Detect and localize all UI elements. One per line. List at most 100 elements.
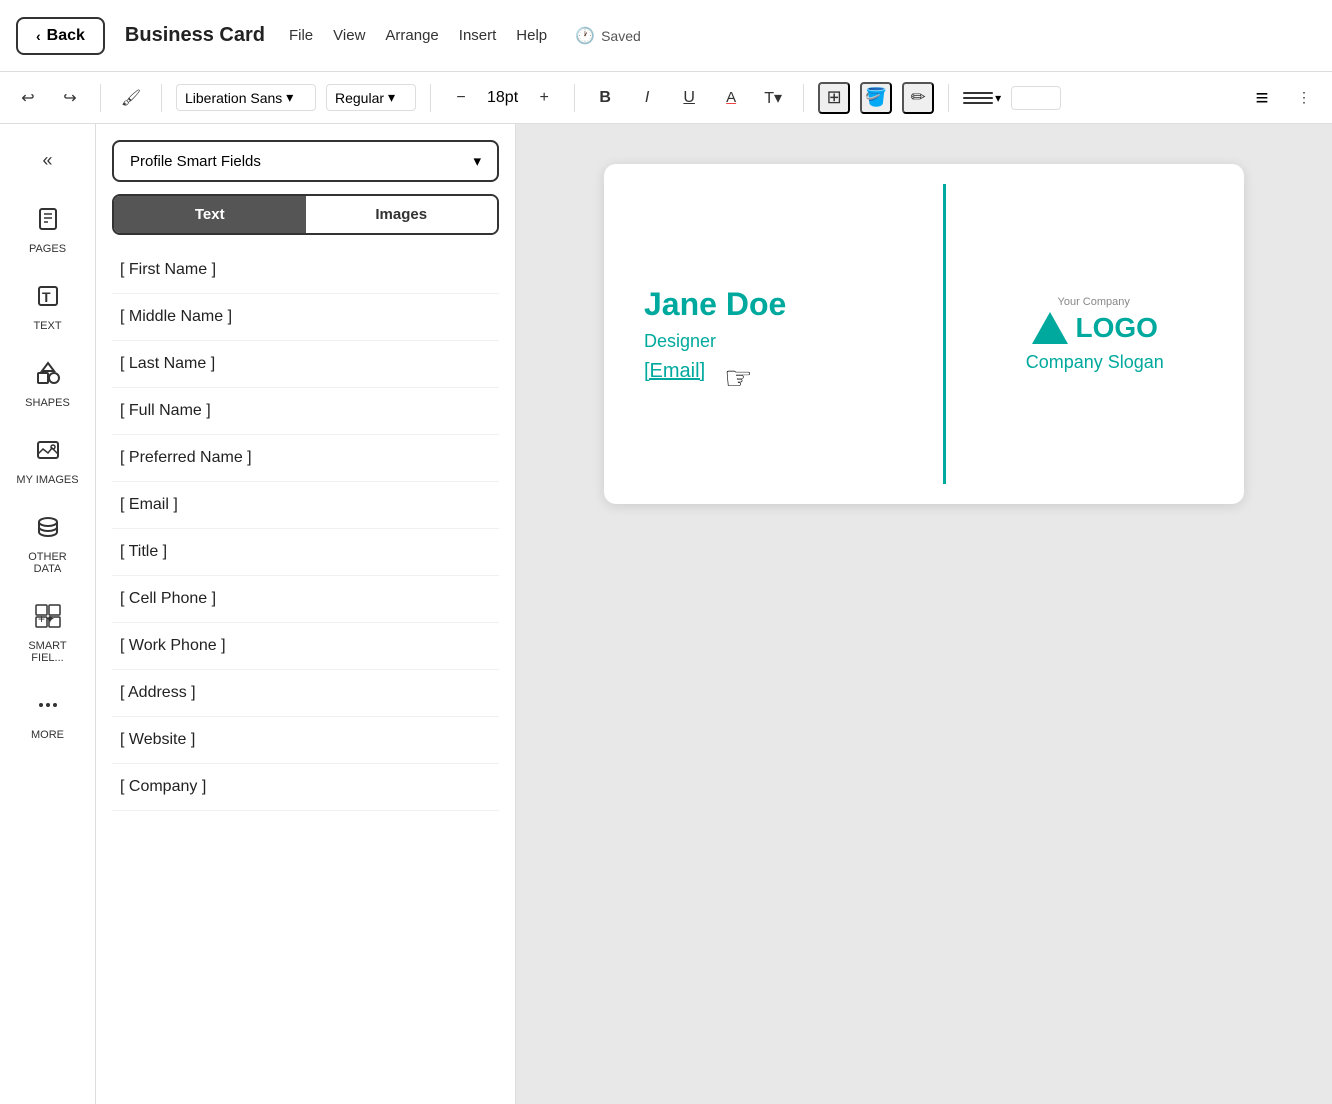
text-style-icon: T▾	[764, 88, 782, 108]
other-data-icon	[35, 514, 61, 547]
table-button[interactable]: ⊞	[818, 82, 850, 114]
back-button[interactable]: ‹ Back	[16, 17, 105, 55]
text-label: TEXT	[33, 320, 61, 332]
sidebar-item-shapes[interactable]: SHAPES	[8, 350, 88, 419]
logo-wrapper: LOGO	[1032, 312, 1158, 344]
text-color-icon: A	[726, 89, 736, 106]
redo-button[interactable]: ↪	[54, 82, 86, 114]
font-style-dropdown-icon: ▾	[388, 89, 395, 106]
company-label: Your Company	[1058, 296, 1130, 308]
field-email[interactable]: [ Email ]	[112, 482, 499, 529]
logo-area: Your Company LOGO	[1032, 296, 1158, 344]
line-spacing-control[interactable]: ▾	[963, 91, 1001, 105]
menu-file[interactable]: File	[289, 27, 313, 44]
more-icon	[35, 692, 61, 725]
menu-insert[interactable]: Insert	[459, 27, 497, 44]
bold-button[interactable]: B	[589, 82, 621, 114]
more-options-button[interactable]: ≡	[1246, 82, 1278, 114]
field-address[interactable]: [ Address ]	[112, 670, 499, 717]
collapse-icon: «	[42, 150, 52, 171]
field-full-name[interactable]: [ Full Name ]	[112, 388, 499, 435]
toolbar-separator-2	[161, 84, 162, 112]
field-company[interactable]: [ Company ]	[112, 764, 499, 811]
menu-bar: File View Arrange Insert Help	[289, 27, 547, 44]
text-style-button[interactable]: T▾	[757, 82, 789, 114]
field-cell-phone[interactable]: [ Cell Phone ]	[112, 576, 499, 623]
clock-icon: 🕐	[575, 26, 595, 46]
shapes-label: SHAPES	[25, 397, 70, 409]
overflow-button[interactable]: ⋮	[1288, 82, 1320, 114]
panel-tabs: Text Images	[112, 194, 499, 235]
font-size-increase-button[interactable]: +	[528, 82, 560, 114]
tab-text[interactable]: Text	[114, 196, 306, 233]
doc-title: Business Card	[125, 24, 265, 47]
font-style-select[interactable]: Regular ▾	[326, 84, 416, 111]
smart-fields-panel: Profile Smart Fields ▾ Text Images [ Fir…	[96, 124, 516, 1104]
field-first-name[interactable]: [ First Name ]	[112, 247, 499, 294]
smart-fields-icon: +✦	[35, 603, 61, 636]
back-label: Back	[47, 27, 85, 45]
canvas-area[interactable]: Jane Doe Designer [Email] Your Company L…	[516, 124, 1332, 1104]
menu-help[interactable]: Help	[516, 27, 547, 44]
other-data-label: OTHER DATA	[16, 551, 80, 575]
field-list: [ First Name ] [ Middle Name ] [ Last Na…	[112, 247, 499, 811]
sidebar-item-pages[interactable]: PAGES	[8, 196, 88, 265]
sidebar-item-smart-fields[interactable]: +✦ SMART FIEL...	[8, 593, 88, 674]
logo-text: LOGO	[1076, 312, 1158, 344]
toolbar-separator-4	[574, 84, 575, 112]
spacing-value-input[interactable]	[1011, 86, 1061, 110]
card-right-section: Your Company LOGO Company Slogan	[946, 164, 1245, 504]
toolbar-separator-5	[803, 84, 804, 112]
panel-dropdown[interactable]: Profile Smart Fields ▾	[112, 140, 499, 182]
field-website[interactable]: [ Website ]	[112, 717, 499, 764]
shapes-icon	[35, 360, 61, 393]
saved-label: Saved	[601, 28, 641, 44]
text-color-button[interactable]: A	[715, 82, 747, 114]
field-middle-name[interactable]: [ Middle Name ]	[112, 294, 499, 341]
back-chevron-icon: ‹	[36, 28, 41, 44]
toolbar-separator-6	[948, 84, 949, 112]
sidebar-item-other-data[interactable]: OTHER DATA	[8, 504, 88, 585]
tab-images-label: Images	[375, 206, 427, 223]
card-slogan: Company Slogan	[1026, 352, 1164, 373]
field-work-phone[interactable]: [ Work Phone ]	[112, 623, 499, 670]
card-name: Jane Doe	[644, 286, 903, 323]
field-last-name[interactable]: [ Last Name ]	[112, 341, 499, 388]
panel-dropdown-icon: ▾	[473, 152, 481, 170]
more-options-icon: ≡	[1256, 85, 1269, 111]
menu-view[interactable]: View	[333, 27, 365, 44]
font-family-dropdown-icon: ▾	[286, 89, 293, 106]
border-button[interactable]: ✏	[902, 82, 934, 114]
saved-status: 🕐 Saved	[575, 26, 641, 46]
sidebar-item-my-images[interactable]: MY IMAGES	[8, 427, 88, 496]
italic-button[interactable]: I	[631, 82, 663, 114]
card-left-section: Jane Doe Designer [Email]	[604, 164, 943, 504]
svg-text:T: T	[42, 289, 51, 305]
panel-dropdown-label: Profile Smart Fields	[130, 153, 261, 170]
tab-images[interactable]: Images	[306, 196, 498, 233]
toolbar-separator-1	[100, 84, 101, 112]
menu-arrange[interactable]: Arrange	[385, 27, 438, 44]
underline-button[interactable]: U	[673, 82, 705, 114]
sidebar-collapse-button[interactable]: «	[28, 140, 68, 180]
field-title[interactable]: [ Title ]	[112, 529, 499, 576]
my-images-icon	[35, 437, 61, 470]
card-email[interactable]: [Email]	[644, 360, 903, 383]
sidebar-item-more[interactable]: MORE	[8, 682, 88, 751]
left-sidebar: « PAGES T TEXT SHAPES MY IMAGES	[0, 124, 96, 1104]
font-family-select[interactable]: Liberation Sans ▾	[176, 84, 316, 111]
undo-button[interactable]: ↩	[12, 82, 44, 114]
tab-text-label: Text	[195, 206, 225, 223]
paint-format-button[interactable]: 🖌	[115, 82, 147, 114]
toolbar: ↩ ↪ 🖌 Liberation Sans ▾ Regular ▾ − 18pt…	[0, 72, 1332, 124]
text-icon: T	[35, 283, 61, 316]
smart-fields-label: SMART FIEL...	[16, 640, 80, 664]
fill-color-button[interactable]: 🪣	[860, 82, 892, 114]
more-label: MORE	[31, 729, 64, 741]
font-size-decrease-button[interactable]: −	[445, 82, 477, 114]
my-images-label: MY IMAGES	[16, 474, 78, 486]
font-family-value: Liberation Sans	[185, 90, 282, 106]
field-preferred-name[interactable]: [ Preferred Name ]	[112, 435, 499, 482]
font-size-value: 18pt	[487, 89, 518, 107]
sidebar-item-text[interactable]: T TEXT	[8, 273, 88, 342]
